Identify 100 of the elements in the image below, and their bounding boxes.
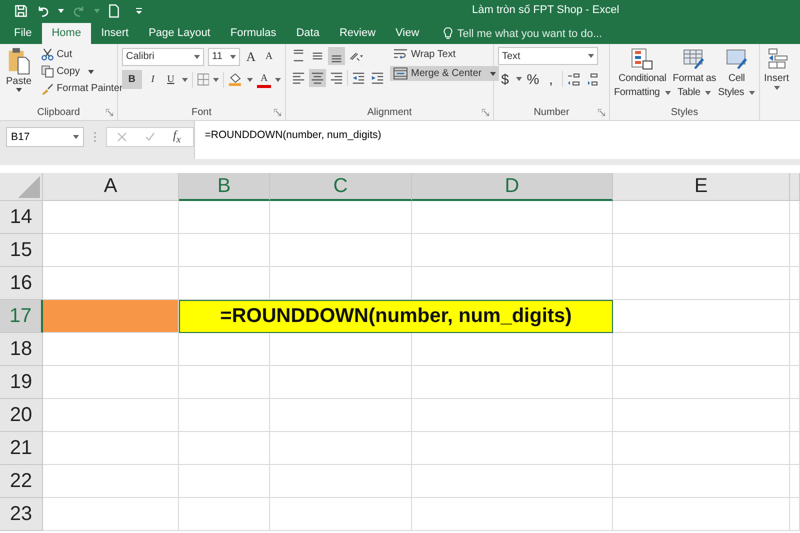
- merged-cell: =ROUNDDOWN(number, num_digits): [179, 300, 613, 333]
- name-box[interactable]: B17: [6, 127, 84, 147]
- insert-function-button[interactable]: f$_{x}$: [173, 128, 181, 146]
- customize-toolbar-icon[interactable]: [136, 8, 142, 14]
- paste-button[interactable]: Paste: [4, 47, 34, 104]
- caret-icon: [774, 86, 780, 90]
- underline-button[interactable]: U: [164, 70, 178, 89]
- ribbon-tab[interactable]: Page Layout: [138, 23, 220, 44]
- column-header[interactable]: D: [412, 173, 613, 201]
- ribbon-tab[interactable]: Formulas: [220, 23, 286, 44]
- save-icon[interactable]: [14, 4, 28, 18]
- row-header[interactable]: 20: [0, 399, 43, 432]
- table-cell: [790, 399, 800, 432]
- styles-button[interactable]: Cell Styles: [718, 47, 756, 104]
- bold-button[interactable]: B: [122, 70, 142, 89]
- copy-icon: [40, 65, 54, 78]
- merge-center-button[interactable]: Merge & Center: [390, 66, 499, 81]
- group-label: Font: [191, 106, 212, 118]
- table-cell: [790, 432, 800, 465]
- new-document-icon[interactable]: [108, 4, 120, 18]
- column-header[interactable]: C: [270, 173, 412, 201]
- row-header[interactable]: 16: [0, 267, 43, 300]
- shrink-font-button[interactable]: A: [262, 47, 276, 66]
- percent-button[interactable]: %: [526, 69, 540, 88]
- group-label: Clipboard: [37, 106, 80, 118]
- styles-button[interactable]: Conditional Formatting: [614, 47, 671, 104]
- wrap-text-button[interactable]: Wrap Text: [390, 47, 499, 62]
- column-header[interactable]: A: [43, 173, 179, 201]
- wrap-text-icon: [393, 48, 408, 61]
- caret-icon[interactable]: [247, 78, 254, 82]
- table-cell: [790, 465, 800, 498]
- caret-icon: [490, 72, 496, 76]
- ribbon-tab[interactable]: Data: [286, 23, 330, 44]
- horizontal-align-icon[interactable]: [309, 69, 326, 87]
- dialog-launcher-icon[interactable]: [482, 109, 489, 116]
- font-size-dropdown[interactable]: 11: [208, 48, 240, 66]
- caret-icon[interactable]: [182, 78, 188, 82]
- row-header[interactable]: 22: [0, 465, 43, 498]
- grow-font-button[interactable]: A: [244, 47, 258, 66]
- column-header[interactable]: E: [613, 173, 790, 201]
- caret-icon: [664, 90, 671, 94]
- comma-style-button[interactable]: ,: [544, 69, 558, 88]
- triangle-icon: [18, 176, 40, 198]
- caret-icon: [749, 90, 756, 94]
- italic-button[interactable]: I: [146, 70, 160, 89]
- caret-icon: [16, 88, 22, 92]
- table-cell: [790, 201, 800, 234]
- lightbulb-icon: [443, 27, 454, 40]
- number-format-dropdown[interactable]: Text: [498, 47, 598, 65]
- caret-icon[interactable]: [275, 78, 282, 82]
- table-cell: [790, 267, 800, 300]
- table-cell: [790, 333, 800, 366]
- group-label: Styles: [670, 106, 698, 118]
- ribbon-tab[interactable]: Review: [329, 23, 386, 44]
- row-header[interactable]: 19: [0, 366, 43, 399]
- formula-field[interactable]: =ROUNDDOWN(number, num_digits): [194, 121, 800, 159]
- caret-icon[interactable]: [58, 9, 64, 13]
- row-header[interactable]: 15: [0, 234, 43, 267]
- ribbon-tab[interactable]: View: [386, 23, 430, 44]
- font-family-dropdown[interactable]: Calibri: [122, 48, 204, 66]
- caret-icon: [230, 54, 236, 58]
- vertical-align-icon[interactable]: [328, 47, 345, 65]
- dialog-launcher-icon[interactable]: [598, 109, 605, 116]
- table-cell: [790, 366, 800, 399]
- conditional-formatting-icon: [630, 47, 654, 71]
- row-header[interactable]: 18: [0, 333, 43, 366]
- caret-icon: [705, 90, 712, 94]
- fill-bucket-icon[interactable]: [228, 72, 244, 87]
- caret-icon: [88, 70, 94, 74]
- increase-decimal-icon[interactable]: [567, 72, 581, 86]
- decrease-decimal-icon[interactable]: [585, 72, 599, 86]
- row-header[interactable]: 14: [0, 201, 43, 234]
- ribbon-tab[interactable]: Home: [42, 23, 92, 44]
- undo-icon[interactable]: [36, 4, 50, 18]
- caret-icon[interactable]: [213, 78, 220, 82]
- format-table-icon: [682, 47, 706, 71]
- group-label: Number: [534, 106, 570, 118]
- caret-icon: [194, 54, 200, 58]
- cell-styles-icon: [724, 47, 749, 71]
- caret-icon[interactable]: [516, 76, 522, 80]
- insert-cells-button[interactable]: Insert: [764, 47, 790, 120]
- font-color-button[interactable]: A: [257, 71, 272, 88]
- caret-icon: [588, 54, 594, 58]
- row-header[interactable]: 21: [0, 432, 43, 465]
- check-icon[interactable]: [145, 132, 155, 142]
- row-header[interactable]: 23: [0, 498, 43, 531]
- currency-button[interactable]: $: [498, 69, 512, 88]
- group-label: Alignment: [367, 106, 412, 118]
- scissors-icon: [40, 48, 54, 61]
- ribbon-tab[interactable]: Insert: [91, 23, 139, 44]
- ribbon-tab[interactable]: File: [4, 23, 42, 44]
- column-header[interactable]: B: [179, 173, 270, 201]
- borders-icon[interactable]: [196, 73, 210, 86]
- styles-button[interactable]: Format as Table: [672, 47, 716, 104]
- row-header[interactable]: 17: [0, 300, 43, 333]
- tell-me-field[interactable]: Tell me what you want to do...: [443, 27, 628, 44]
- dialog-launcher-icon[interactable]: [106, 109, 113, 116]
- paintbrush-icon: [40, 82, 54, 95]
- window-title: Làm tròn số FPT Shop - Excel: [472, 4, 620, 16]
- dialog-launcher-icon[interactable]: [274, 109, 281, 116]
